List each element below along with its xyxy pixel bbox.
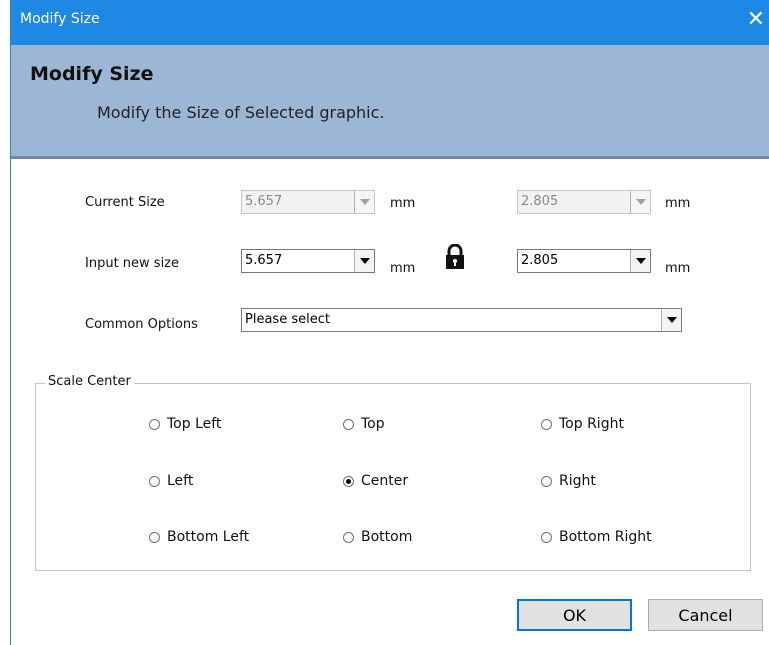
input-height-combo[interactable]: 2.805 bbox=[517, 249, 651, 273]
radio-label: Center bbox=[361, 473, 409, 489]
dialog-header: Modify Size Modify the Size of Selected … bbox=[11, 45, 769, 159]
input-height-unit: mm bbox=[665, 261, 691, 276]
radio-bottom-right[interactable]: Bottom Right bbox=[541, 529, 652, 545]
current-height-value: 2.805 bbox=[521, 194, 559, 209]
window-title: Modify Size bbox=[20, 11, 100, 27]
input-width-unit: mm bbox=[390, 261, 416, 276]
radio-right[interactable]: Right bbox=[541, 473, 596, 489]
ok-button[interactable]: OK bbox=[517, 599, 632, 631]
chevron-down-icon[interactable] bbox=[354, 250, 374, 272]
common-options-value: Please select bbox=[245, 312, 330, 327]
radio-label: Bottom Left bbox=[167, 529, 250, 545]
title-bar: Modify Size ✕ bbox=[10, 0, 769, 45]
radio-label: Top Left bbox=[167, 416, 222, 432]
chevron-down-icon bbox=[630, 191, 650, 213]
radio-top-right[interactable]: Top Right bbox=[541, 416, 624, 432]
current-height-unit: mm bbox=[665, 196, 691, 211]
radio-top[interactable]: Top bbox=[343, 416, 385, 432]
radio-label: Bottom Right bbox=[559, 529, 652, 545]
input-width-value: 5.657 bbox=[245, 253, 283, 268]
chevron-down-icon[interactable] bbox=[661, 309, 681, 331]
current-size-label: Current Size bbox=[85, 195, 165, 210]
input-width-combo[interactable]: 5.657 bbox=[241, 249, 375, 273]
common-options-label: Common Options bbox=[85, 317, 198, 332]
current-width-combo: 5.657 bbox=[241, 190, 375, 214]
close-icon[interactable]: ✕ bbox=[747, 6, 765, 34]
radio-circle-selected[interactable] bbox=[343, 475, 354, 487]
radio-label: Top bbox=[361, 416, 385, 432]
radio-circle[interactable] bbox=[541, 418, 552, 430]
chevron-down-icon[interactable] bbox=[630, 250, 650, 272]
scale-center-legend: Scale Center bbox=[45, 374, 134, 389]
radio-circle[interactable] bbox=[541, 531, 552, 543]
input-height-value: 2.805 bbox=[521, 253, 559, 268]
radio-label: Left bbox=[167, 473, 194, 489]
radio-circle[interactable] bbox=[149, 475, 160, 487]
header-subtitle: Modify the Size of Selected graphic. bbox=[97, 103, 385, 122]
current-width-value: 5.657 bbox=[245, 194, 283, 209]
header-title: Modify Size bbox=[30, 63, 154, 85]
lock-icon[interactable] bbox=[445, 244, 465, 270]
radio-left[interactable]: Left bbox=[149, 473, 193, 489]
radio-circle[interactable] bbox=[149, 418, 160, 430]
radio-label: Bottom bbox=[361, 529, 413, 545]
current-height-combo: 2.805 bbox=[517, 190, 651, 214]
radio-top-left[interactable]: Top Left bbox=[149, 416, 221, 432]
radio-center[interactable]: Center bbox=[343, 473, 408, 489]
radio-label: Top Right bbox=[559, 416, 624, 432]
radio-circle[interactable] bbox=[343, 531, 354, 543]
current-width-unit: mm bbox=[390, 196, 416, 211]
input-size-label: Input new size bbox=[85, 256, 180, 271]
chevron-down-icon bbox=[354, 191, 374, 213]
radio-circle[interactable] bbox=[541, 475, 552, 487]
radio-bottom[interactable]: Bottom bbox=[343, 529, 412, 545]
header-divider bbox=[11, 156, 769, 159]
radio-circle[interactable] bbox=[149, 531, 160, 543]
radio-circle[interactable] bbox=[343, 418, 354, 430]
cancel-button[interactable]: Cancel bbox=[648, 599, 763, 631]
radio-label: Right bbox=[559, 473, 596, 489]
radio-bottom-left[interactable]: Bottom Left bbox=[149, 529, 249, 545]
common-options-select[interactable]: Please select bbox=[241, 308, 682, 332]
